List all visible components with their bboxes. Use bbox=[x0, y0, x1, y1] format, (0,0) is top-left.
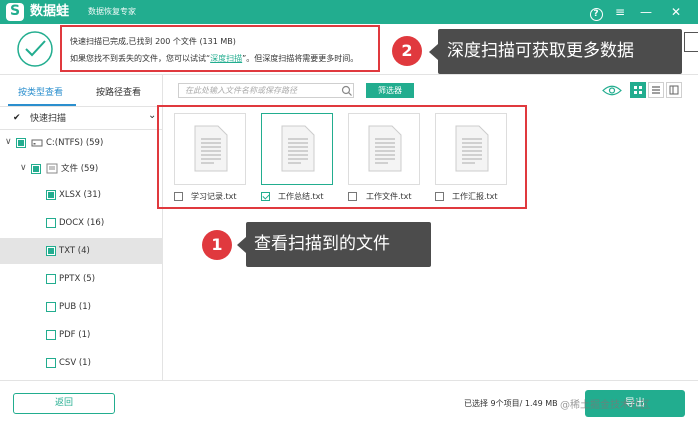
tree-item-folder[interactable]: ∨ 文件 (59) bbox=[0, 156, 163, 182]
tree-checkbox[interactable] bbox=[46, 190, 56, 200]
footer-bar: 返回 已选择 9个项目/ 1.49 MB 导出 @稀土掘金技术社区 bbox=[0, 380, 698, 422]
view-files-callout: 查看扫描到的文件 bbox=[237, 222, 431, 267]
scan-status-highlight bbox=[60, 25, 380, 72]
preview-eye-icon[interactable] bbox=[602, 84, 622, 97]
tree-checkbox[interactable] bbox=[16, 138, 26, 148]
tree-checkbox[interactable] bbox=[46, 358, 56, 368]
tree-item-pub[interactable]: PUB (1) bbox=[0, 294, 163, 320]
drive-icon bbox=[31, 139, 43, 147]
tree-item-drive[interactable]: ∨ C:(NTFS) (59) bbox=[0, 130, 163, 156]
close-button[interactable]: ✕ bbox=[668, 3, 684, 21]
chevron-down-icon[interactable]: ⌄ bbox=[148, 110, 156, 121]
search-input[interactable]: 在此处输入文件名称或保存路径 bbox=[178, 83, 354, 98]
grid-view-icon bbox=[634, 86, 642, 94]
selection-summary: 已选择 9个项目/ 1.49 MB bbox=[464, 399, 558, 408]
tree-checkbox[interactable] bbox=[46, 246, 56, 256]
tree-item-label: PPTX (5) bbox=[59, 274, 96, 284]
detail-view-button[interactable] bbox=[666, 82, 682, 98]
title-bar: S 数据蛙 数据恢复专家 ? ≡ — ✕ bbox=[0, 0, 698, 24]
tree-item-label: TXT (4) bbox=[59, 246, 90, 256]
file-name: 工作汇报.txt bbox=[452, 192, 498, 201]
tree-item-pdf[interactable]: PDF (1) bbox=[0, 322, 163, 348]
tree-checkbox[interactable] bbox=[46, 302, 56, 312]
tree-item-label: PDF (1) bbox=[59, 330, 91, 340]
tree-item-label: C:(NTFS) (59) bbox=[46, 138, 104, 148]
sidebar: 按类型查看 按路径查看 ✔ 快速扫描 ⌄ ∨ C:(NTFS) (59) ∨ 文… bbox=[0, 75, 163, 380]
list-view-button[interactable] bbox=[648, 82, 664, 98]
txt-file-icon bbox=[455, 125, 489, 172]
tree-item-csv[interactable]: CSV (1) bbox=[0, 350, 163, 376]
tree-checkbox[interactable] bbox=[46, 330, 56, 340]
deep-scan-hint-prefix: 如果您找不到丢失的文件，您可以试试“ bbox=[70, 54, 211, 63]
filter-button[interactable]: 筛选器 bbox=[366, 83, 414, 98]
quick-scan-label: 快速扫描 bbox=[30, 114, 67, 124]
file-checkbox[interactable] bbox=[174, 192, 183, 201]
grid-view-button[interactable] bbox=[630, 82, 646, 98]
txt-file-icon bbox=[194, 125, 228, 172]
txt-file-icon bbox=[368, 125, 402, 172]
file-thumbnail[interactable] bbox=[435, 113, 507, 185]
quick-scan-row[interactable]: ✔ 快速扫描 ⌄ bbox=[0, 108, 163, 130]
tree-checkbox[interactable] bbox=[46, 218, 56, 228]
tree-checkbox[interactable] bbox=[46, 274, 56, 284]
app-subtitle: 数据恢复专家 bbox=[88, 7, 136, 16]
list-view-icon bbox=[652, 86, 660, 94]
tab-by-type[interactable]: 按类型查看 bbox=[18, 87, 63, 99]
app-name: 数据蛙 bbox=[30, 4, 70, 19]
tree-item-txt[interactable]: TXT (4) bbox=[0, 238, 163, 264]
tree-item-label: PUB (1) bbox=[59, 302, 91, 312]
watermark: @稀土掘金技术社区 bbox=[560, 400, 650, 411]
tab-by-path[interactable]: 按路径查看 bbox=[96, 87, 141, 99]
file-thumbnail[interactable] bbox=[174, 113, 246, 185]
callout-number-badge: 1 bbox=[202, 230, 232, 260]
search-icon[interactable] bbox=[341, 85, 353, 97]
deep-scan-link[interactable]: 深度扫描 bbox=[210, 54, 242, 63]
search-placeholder: 在此处输入文件名称或保存路径 bbox=[185, 86, 297, 95]
file-checkbox[interactable] bbox=[348, 192, 357, 201]
app-logo-icon: S bbox=[6, 3, 24, 21]
back-button[interactable]: 返回 bbox=[13, 393, 115, 414]
deep-scan-callout: 深度扫描可获取更多数据 bbox=[429, 29, 682, 74]
tree-item-label: 文件 (59) bbox=[61, 164, 99, 174]
file-thumbnail[interactable] bbox=[261, 113, 333, 185]
help-button[interactable]: ? bbox=[588, 3, 604, 21]
expand-arrow-icon[interactable]: ∨ bbox=[20, 163, 27, 173]
tree-checkbox[interactable] bbox=[31, 164, 41, 174]
callout-number-badge: 2 bbox=[392, 36, 422, 66]
file-thumbnail[interactable] bbox=[348, 113, 420, 185]
file-name: 学习记录.txt bbox=[191, 192, 237, 201]
expand-arrow-icon[interactable]: ∨ bbox=[5, 137, 12, 147]
folder-icon bbox=[46, 163, 58, 174]
tree-item-pptx[interactable]: PPTX (5) bbox=[0, 266, 163, 292]
file-checkbox[interactable] bbox=[261, 192, 270, 201]
scan-result-text: 快速扫描已完成,已找到 200 个文件 (131 MB) bbox=[70, 37, 236, 46]
file-checkbox[interactable] bbox=[435, 192, 444, 201]
tree-item-docx[interactable]: DOCX (16) bbox=[0, 210, 163, 236]
file-name: 工作总结.txt bbox=[278, 192, 324, 201]
deep-scan-hint-suffix: ”。但深度扫描将需要更多时间。 bbox=[242, 54, 359, 63]
divider bbox=[0, 106, 163, 107]
scan-complete-check-icon bbox=[17, 31, 53, 67]
tree-item-label: CSV (1) bbox=[59, 358, 91, 368]
help-icon: ? bbox=[589, 8, 603, 21]
file-name: 工作文件.txt bbox=[366, 192, 412, 201]
checkmark-icon: ✔ bbox=[13, 113, 21, 123]
deep-scan-hint: 如果您找不到丢失的文件，您可以试试“深度扫描”。但深度扫描将需要更多时间。 bbox=[70, 54, 358, 64]
menu-button[interactable]: ≡ bbox=[612, 3, 628, 21]
tree-item-label: DOCX (16) bbox=[59, 218, 105, 228]
offscreen-panel-edge bbox=[684, 32, 698, 52]
tree-item-xlsx[interactable]: XLSX (31) bbox=[0, 182, 163, 208]
detail-view-icon bbox=[669, 85, 679, 95]
tree-item-label: XLSX (31) bbox=[59, 190, 101, 200]
txt-file-icon bbox=[281, 125, 315, 172]
minimize-button[interactable]: — bbox=[638, 3, 654, 21]
